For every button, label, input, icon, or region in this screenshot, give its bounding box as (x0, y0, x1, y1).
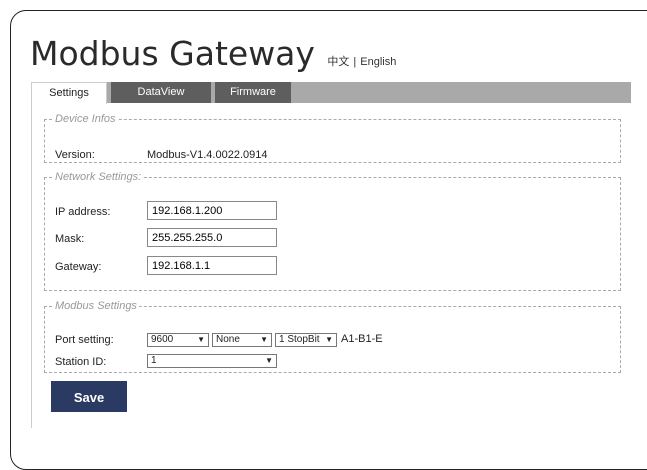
ip-address-input[interactable] (147, 201, 277, 220)
baud-rate-value: 9600 (151, 334, 174, 345)
device-infos-section: Device Infos Version: Modbus-V1.4.0022.0… (44, 113, 621, 163)
baud-rate-select[interactable]: 9600 ▼ (147, 333, 209, 347)
mask-label: Mask: (55, 233, 85, 245)
tab-bar: Settings DataView Firmware (31, 82, 631, 104)
tab-firmware[interactable]: Firmware (215, 82, 291, 103)
stopbit-value: 1 StopBit (279, 334, 320, 345)
station-id-select[interactable]: 1 ▼ (147, 354, 277, 368)
lang-zh-link[interactable]: 中文 (327, 56, 349, 68)
port-config-code: A1-B1-E (341, 333, 383, 345)
lang-en-link[interactable]: English (360, 56, 396, 68)
dropdown-arrow-icon: ▼ (260, 335, 268, 344)
version-label: Version: (55, 149, 95, 161)
stopbit-select[interactable]: 1 StopBit ▼ (275, 333, 337, 347)
port-setting-label: Port setting: (55, 334, 114, 346)
station-id-value: 1 (151, 355, 157, 366)
mask-input[interactable] (147, 228, 277, 247)
dropdown-arrow-icon: ▼ (325, 335, 333, 344)
tab-dataview[interactable]: DataView (111, 82, 211, 103)
header: Modbus Gateway 中文 | English (30, 34, 396, 73)
language-switch: 中文 | English (327, 56, 396, 68)
dropdown-arrow-icon: ▼ (265, 356, 273, 365)
lang-separator: | (353, 56, 357, 68)
tab-settings[interactable]: Settings (31, 82, 107, 104)
parity-select[interactable]: None ▼ (212, 333, 272, 347)
modbus-settings-section: Modbus Settings Port setting: 9600 ▼ None… (44, 300, 621, 373)
page-title: Modbus Gateway (30, 34, 315, 73)
parity-value: None (216, 334, 240, 345)
settings-panel: Device Infos Version: Modbus-V1.4.0022.0… (31, 103, 631, 428)
save-button[interactable]: Save (51, 381, 127, 412)
station-id-label: Station ID: (55, 356, 107, 368)
gateway-input[interactable] (147, 256, 277, 275)
gateway-label: Gateway: (55, 261, 102, 273)
network-settings-section: Network Settings: IP address: Mask: Gate… (44, 171, 621, 291)
network-settings-legend: Network Settings: (55, 171, 142, 183)
device-infos-legend: Device Infos (55, 113, 116, 125)
modbus-settings-legend: Modbus Settings (55, 300, 137, 312)
dropdown-arrow-icon: ▼ (197, 335, 205, 344)
version-value: Modbus-V1.4.0022.0914 (147, 149, 268, 161)
ip-address-label: IP address: (55, 206, 111, 218)
